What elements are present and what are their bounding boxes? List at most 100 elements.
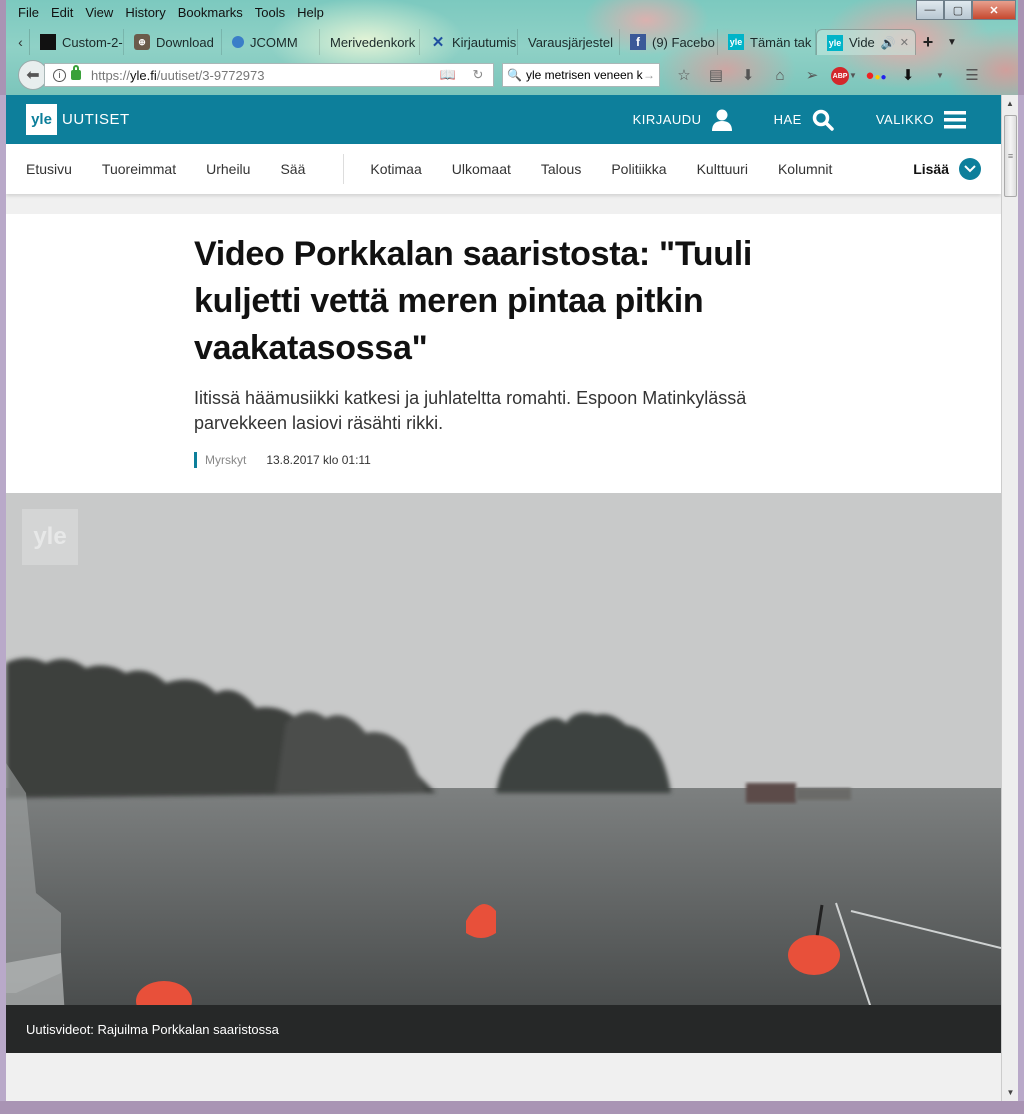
info-icon[interactable]: i [53,68,66,82]
nav-kotimaa[interactable]: Kotimaa [370,161,421,177]
jcomm-favicon-icon [232,36,244,48]
speaker-icon[interactable]: 🔊 [881,36,896,50]
bookmarks-menu-icon[interactable]: ▤ [700,66,732,84]
tab-list-dropdown-icon[interactable]: ▼ [940,37,964,48]
article-headline: Video Porkkalan saaristosta: "Tuuli kulj… [194,235,752,367]
x-favicon-icon: ✕ [431,34,445,51]
page-scrollbar[interactable]: ▲ ≡ ▼ [1001,95,1018,1101]
search-go-icon[interactable]: → [643,68,655,82]
article-lead: Iitissä häämusiikki katkesi ja juhlatelt… [194,388,747,433]
nav-ulkomaat[interactable]: Ulkomaat [452,161,511,177]
menu-bar: File Edit View History Bookmarks Tools H… [12,4,330,22]
menu-button[interactable]: VALIKKO [876,110,966,129]
menu-file[interactable]: File [12,4,45,22]
tab-varausjarjestel[interactable]: Varausjärjestel [518,29,620,55]
scroll-up-icon[interactable]: ▲ [1002,95,1018,112]
menu-history[interactable]: History [119,4,171,22]
close-window-button[interactable]: ✕ [972,0,1016,20]
close-tab-icon[interactable]: ✕ [900,36,909,49]
login-button[interactable]: KIRJAUDU [633,109,732,131]
menu-view[interactable]: View [79,4,119,22]
dropdown-icon[interactable]: ▼ [924,71,956,80]
minimize-button[interactable]: — [916,0,944,20]
tab-merivedenkork[interactable]: Merivedenkork [320,29,420,55]
nav-urheilu[interactable]: Urheilu [206,161,250,177]
site-header: yle UUTISET KIRJAUDU HAE VALIKKO [6,95,1001,144]
section-nav: Etusivu Tuoreimmat Urheilu Sää Kotimaa U… [6,144,1001,194]
article-date: 13.8.2017 klo 01:11 [266,453,371,467]
nav-etusivu[interactable]: Etusivu [26,161,72,177]
yle-favicon-icon: yle [827,34,843,51]
menu-tools[interactable]: Tools [249,4,291,22]
search-icon [812,109,834,131]
custom-favicon-icon [40,34,56,50]
reader-view-icon[interactable]: 📖 [433,67,463,83]
user-icon [711,109,732,131]
nav-kulttuuri[interactable]: Kulttuuri [697,161,748,177]
window-controls: — ▢ ✕ [916,0,1016,20]
nav-tuoreimmat[interactable]: Tuoreimmat [102,161,176,177]
adblock-icon[interactable]: ABP ▼ [828,65,860,86]
tab-kirjautumis[interactable]: ✕ Kirjautumis [420,29,518,55]
search-button[interactable]: HAE [774,109,834,131]
lock-icon [71,65,81,80]
brand-uutiset[interactable]: UUTISET [62,111,130,128]
search-icon: 🔍 [507,68,522,82]
chevron-down-icon [959,158,981,180]
url-text[interactable]: https://yle.fi/uutiset/3-9772973 [91,68,433,83]
scrollbar-thumb[interactable]: ≡ [1004,115,1017,197]
menu-bookmarks[interactable]: Bookmarks [172,4,249,22]
tab-facebook[interactable]: f (9) Facebo [620,29,718,55]
home-icon[interactable]: ⌂ [764,67,796,84]
tag-accent-bar [194,452,197,468]
yle-favicon-icon: yle [728,34,744,50]
scroll-down-icon[interactable]: ▼ [1002,1084,1019,1101]
reload-icon[interactable]: ↻ [463,67,493,83]
send-icon[interactable]: ➢ [796,66,828,84]
nav-kolumnit[interactable]: Kolumnit [778,161,832,177]
nav-divider [343,154,345,184]
tab-taman-tak[interactable]: yle Tämän tak [718,29,816,55]
tab-bar: ‹ Custom-2- ⊕ Download JCOMM Merivedenko… [12,28,1024,56]
tab-video-active[interactable]: yle Vide 🔊 ✕ [816,29,916,55]
toolbar-icons: ☆ ▤ ⬇ ⌂ ➢ ABP ▼ ●●● ⬇ ▼ ☰ [668,65,988,86]
video-frame [6,493,1001,1053]
nav-saa[interactable]: Sää [280,161,305,177]
new-tab-button[interactable]: + [916,32,940,53]
url-bar[interactable]: i https://yle.fi/uutiset/3-9772973 📖 ↻ [44,63,494,87]
nav-more-button[interactable]: Lisää [913,158,981,180]
page-viewport: yle UUTISET KIRJAUDU HAE VALIKKO Etusivu… [6,95,1001,1101]
tab-download[interactable]: ⊕ Download [124,29,222,55]
tab-jcomm[interactable]: JCOMM [222,29,320,55]
spacer [6,194,1001,214]
hamburger-menu-icon[interactable]: ☰ [956,66,988,84]
navigation-toolbar: ⬅ i https://yle.fi/uutiset/3-9772973 📖 ↻… [12,60,1024,90]
menu-icon [944,110,966,129]
color-extension-icon[interactable]: ●●● [860,67,892,84]
search-bar[interactable]: 🔍 yle metrisen veneen k → [502,63,660,87]
back-arrow-icon: ⬅ [26,67,40,84]
video-caption-bar: Uutisvideot: Rajuilma Porkkalan saaristo… [6,1005,1001,1053]
menu-help[interactable]: Help [291,4,330,22]
tab-scroll-left-button[interactable]: ‹ [12,29,30,55]
shore-structure [796,788,851,800]
downloads-icon[interactable]: ⬇ [732,66,764,84]
window-bottom-frame [0,1101,1024,1114]
maximize-button[interactable]: ▢ [944,0,972,20]
article-header: Video Porkkalan saaristosta: "Tuuli kulj… [6,214,1001,493]
tab-custom[interactable]: Custom-2- [30,29,124,55]
video-caption: Uutisvideot: Rajuilma Porkkalan saaristo… [26,1021,279,1037]
yle-watermark: yle [22,509,78,565]
header-actions: KIRJAUDU HAE VALIKKO [591,109,966,131]
browser-chrome: File Edit View History Bookmarks Tools H… [0,0,1024,95]
nav-politiikka[interactable]: Politiikka [611,161,666,177]
download-favicon-icon: ⊕ [134,34,150,50]
download-arrow-icon[interactable]: ⬇ [892,66,924,84]
yle-logo[interactable]: yle [26,104,57,135]
bookmark-star-icon[interactable]: ☆ [668,66,700,84]
search-input[interactable]: yle metrisen veneen k [526,68,643,82]
video-player[interactable]: yle Uutisvideot: Rajuilma Porkkalan saar… [6,493,1001,1053]
nav-talous[interactable]: Talous [541,161,581,177]
menu-edit[interactable]: Edit [45,4,79,22]
article-tag-link[interactable]: Myrskyt [205,453,246,467]
